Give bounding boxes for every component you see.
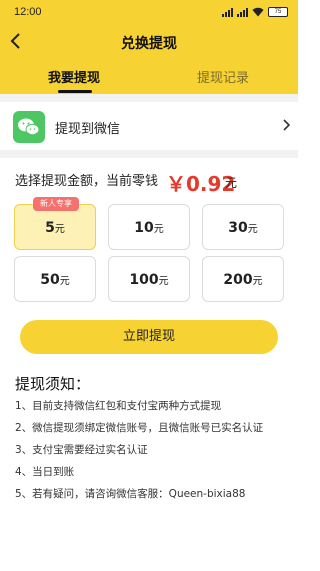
notice-title: 提现须知： bbox=[15, 375, 91, 393]
amount-value: 100 bbox=[129, 272, 159, 288]
notice-item: 3、支付宝需要经过实名认证 bbox=[15, 444, 148, 456]
amount-unit: 元 bbox=[158, 276, 169, 287]
wechat-icon bbox=[13, 111, 45, 143]
amount-unit: 元 bbox=[153, 224, 164, 235]
balance-prompt: 选择提现金额，当前零钱 bbox=[15, 174, 159, 189]
amount-unit: 元 bbox=[54, 224, 65, 235]
notice-item: 5、若有疑问，请咨询微信客服：Queen-bixia88 bbox=[15, 488, 246, 500]
amount-value: 30 bbox=[228, 220, 248, 236]
wifi-icon bbox=[252, 7, 264, 17]
amount-option-100[interactable]: 100元 bbox=[108, 256, 190, 302]
notice-item: 4、当日到账 bbox=[15, 466, 75, 478]
amount-option-5[interactable]: 新人专享 5元 bbox=[14, 197, 96, 250]
amount-option-30[interactable]: 30元 bbox=[202, 204, 284, 250]
withdraw-method-label: 提现到微信 bbox=[55, 122, 121, 137]
tab-withdraw[interactable]: 我要提现 bbox=[48, 67, 100, 86]
title-bar: 兑换提现 bbox=[0, 26, 298, 56]
status-time: 12:00 bbox=[14, 6, 42, 18]
new-user-badge: 新人专享 bbox=[33, 197, 79, 211]
amount-value: 5 bbox=[45, 220, 55, 236]
signal-2-icon bbox=[237, 7, 248, 17]
amount-option-10[interactable]: 10元 bbox=[108, 204, 190, 250]
balance-unit: 元 bbox=[225, 176, 238, 190]
tab-withdraw-records[interactable]: 提现记录 bbox=[197, 67, 249, 86]
chevron-right-icon bbox=[283, 119, 290, 131]
tab-active-indicator bbox=[58, 90, 92, 93]
tab-bar: 我要提现 提现记录 bbox=[0, 56, 298, 94]
amount-unit: 元 bbox=[247, 224, 258, 235]
notice-item: 1、目前支持微信红包和支付宝两种方式提现 bbox=[15, 400, 222, 412]
amount-unit: 元 bbox=[59, 276, 70, 287]
status-bar: 12:00 75 bbox=[0, 0, 298, 26]
amount-unit: 元 bbox=[252, 276, 263, 287]
notice-item: 2、微信提现须绑定微信账号，且微信账号已实名认证 bbox=[15, 422, 264, 434]
signal-icon bbox=[222, 7, 233, 17]
amount-value: 10 bbox=[134, 220, 154, 236]
amount-option-50[interactable]: 50元 bbox=[14, 256, 96, 302]
amount-option-200[interactable]: 200元 bbox=[202, 256, 284, 302]
section-divider bbox=[0, 150, 298, 158]
status-icons: 75 bbox=[222, 7, 288, 17]
withdraw-method-row[interactable]: 提现到微信 bbox=[0, 102, 298, 150]
amount-value: 50 bbox=[40, 272, 60, 288]
page-title: 兑换提现 bbox=[121, 36, 177, 52]
withdraw-now-button[interactable]: 立即提现 bbox=[20, 320, 278, 354]
battery-icon: 75 bbox=[268, 7, 288, 17]
amount-value: 200 bbox=[223, 272, 253, 288]
section-divider bbox=[0, 94, 298, 102]
